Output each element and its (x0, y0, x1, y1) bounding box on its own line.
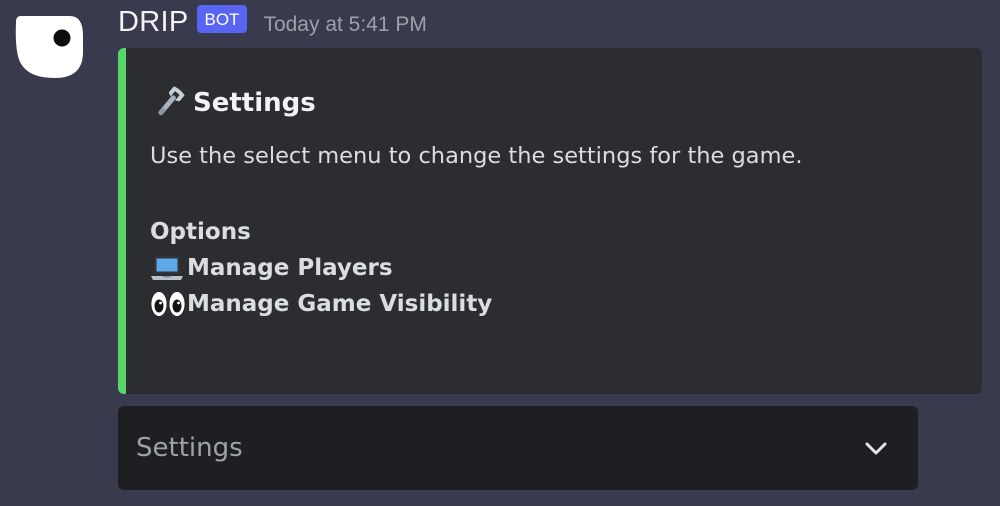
message-timestamp[interactable]: Today at 5:41 PM (263, 13, 426, 37)
embed-accent-bar (118, 48, 126, 394)
eyes-icon (150, 288, 187, 320)
embed-description: Use the select menu to change the settin… (150, 143, 803, 169)
settings-select-menu[interactable]: Settings (118, 406, 918, 490)
option-label: Manage Players (187, 255, 393, 281)
embed: Settings Use the select menu to change t… (118, 48, 982, 394)
wrench-icon (150, 86, 193, 119)
ghost-avatar-icon (15, 16, 83, 78)
options-heading: Options (150, 219, 251, 245)
option-manage-visibility: Manage Game Visibility (150, 286, 492, 322)
embed-title-text: Settings (193, 88, 316, 118)
embed-title: Settings (150, 86, 316, 120)
option-label: Manage Game Visibility (187, 291, 493, 317)
message-header: DRIP BOT Today at 5:41 PM (118, 2, 427, 42)
laptop-icon (150, 252, 187, 284)
select-placeholder: Settings (136, 433, 243, 463)
avatar[interactable] (15, 14, 85, 80)
embed-options: Options Manage Players Manage Game Visib… (150, 214, 492, 322)
chevron-down-icon[interactable] (864, 436, 888, 460)
bot-badge: BOT (196, 5, 248, 33)
option-manage-players: Manage Players (150, 250, 492, 286)
author-username[interactable]: DRIP (118, 6, 189, 39)
